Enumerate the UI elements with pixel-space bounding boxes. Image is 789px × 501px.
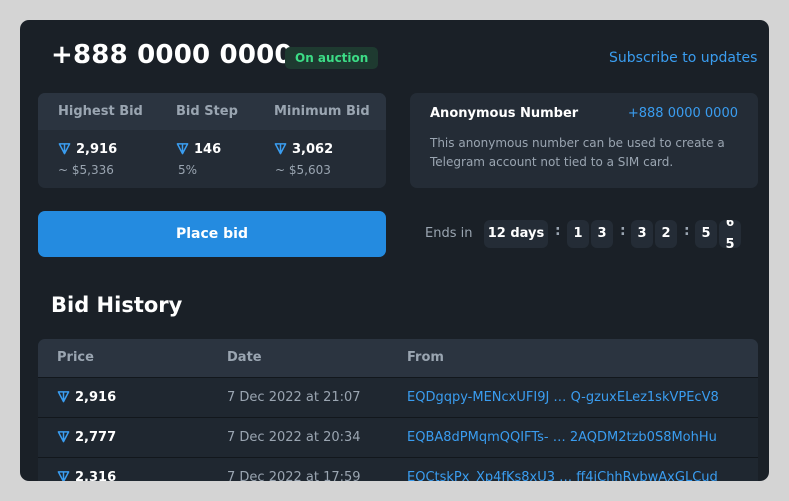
highest-bid-usd: ~ $5,336 — [58, 163, 114, 177]
ends-in-label: Ends in — [425, 226, 473, 241]
table-row: 2,777 7 Dec 2022 at 20:34 EQBA8dPMqmQQIF… — [38, 417, 758, 458]
countdown-days: 12 days — [484, 220, 548, 248]
table-header: Price Date From — [38, 339, 758, 377]
countdown-minutes-ones: 2 — [655, 220, 677, 248]
ton-diamond-icon — [57, 471, 70, 481]
countdown-separator: : — [684, 223, 690, 239]
column-price: Price — [57, 350, 94, 365]
status-badge: On auction — [285, 47, 379, 69]
anonymous-number-title: Anonymous Number — [430, 106, 579, 121]
minimum-bid-label: Minimum Bid — [274, 104, 370, 119]
table-row: 2,916 7 Dec 2022 at 21:07 EQDgqpy-MENcxU… — [38, 377, 758, 418]
ton-diamond-icon — [274, 143, 287, 155]
row-date: 7 Dec 2022 at 17:59 — [227, 470, 361, 481]
countdown-hours-ones: 3 — [591, 220, 613, 248]
row-from-address[interactable]: EQDgqpy-MENcxUFI9J … Q-gzuxELez1skVPEcV8 — [407, 390, 719, 405]
countdown-seconds-tens: 5 — [695, 220, 717, 248]
countdown-hours-tens: 1 — [567, 220, 589, 248]
anonymous-number-description: This anonymous number can be used to cre… — [430, 136, 725, 169]
ton-diamond-icon — [57, 391, 70, 403]
table-row: 2,316 7 Dec 2022 at 17:59 EQCtskPx_Xp4fK… — [38, 457, 758, 481]
ton-diamond-icon — [58, 143, 71, 155]
row-date: 7 Dec 2022 at 21:07 — [227, 390, 361, 405]
ton-diamond-icon — [176, 143, 189, 155]
countdown-seconds-current: 5 — [725, 237, 735, 248]
minimum-bid-value: 3,062 — [274, 142, 333, 157]
row-from-address[interactable]: EQCtskPx_Xp4fKs8xU3 … ff4iChhRvbwAxGLCud — [407, 470, 718, 481]
anonymous-number-value[interactable]: +888 0000 0000 — [628, 106, 738, 121]
countdown-minutes-tens: 3 — [631, 220, 653, 248]
countdown-separator: : — [555, 223, 561, 239]
row-price: 2,316 — [57, 470, 116, 481]
page-title: +888 0000 0000 — [51, 40, 293, 70]
row-price: 2,777 — [57, 430, 116, 445]
countdown-separator: : — [620, 223, 626, 239]
bid-step-label: Bid Step — [176, 104, 238, 119]
auction-panel: +888 0000 0000 On auction Subscribe to u… — [20, 20, 769, 481]
minimum-bid-usd: ~ $5,603 — [275, 163, 331, 177]
bid-history-table: Price Date From 2,916 7 Dec 2022 at 21:0… — [38, 339, 758, 481]
bid-step-value: 146 — [176, 142, 221, 157]
bid-stats-box: Highest Bid Bid Step Minimum Bid 2,916 1… — [38, 93, 386, 188]
ton-diamond-icon — [57, 431, 70, 443]
column-from: From — [407, 350, 444, 365]
row-from-address[interactable]: EQBA8dPMqmQQIFTs- … 2AQDM2tzb0S8MohHu — [407, 430, 717, 445]
bid-history-title: Bid History — [51, 293, 183, 317]
highest-bid-label: Highest Bid — [58, 104, 143, 119]
row-price: 2,916 — [57, 390, 116, 405]
highest-bid-value: 2,916 — [58, 142, 117, 157]
row-date: 7 Dec 2022 at 20:34 — [227, 430, 361, 445]
countdown-seconds-ones: 6 5 — [719, 220, 741, 248]
anonymous-number-box: Anonymous Number +888 0000 0000 This ano… — [410, 93, 758, 188]
subscribe-link[interactable]: Subscribe to updates — [609, 50, 757, 66]
bid-step-percent: 5% — [178, 163, 198, 177]
countdown-seconds-rolling: 6 — [725, 220, 735, 229]
place-bid-button[interactable]: Place bid — [38, 211, 386, 257]
column-date: Date — [227, 350, 262, 365]
